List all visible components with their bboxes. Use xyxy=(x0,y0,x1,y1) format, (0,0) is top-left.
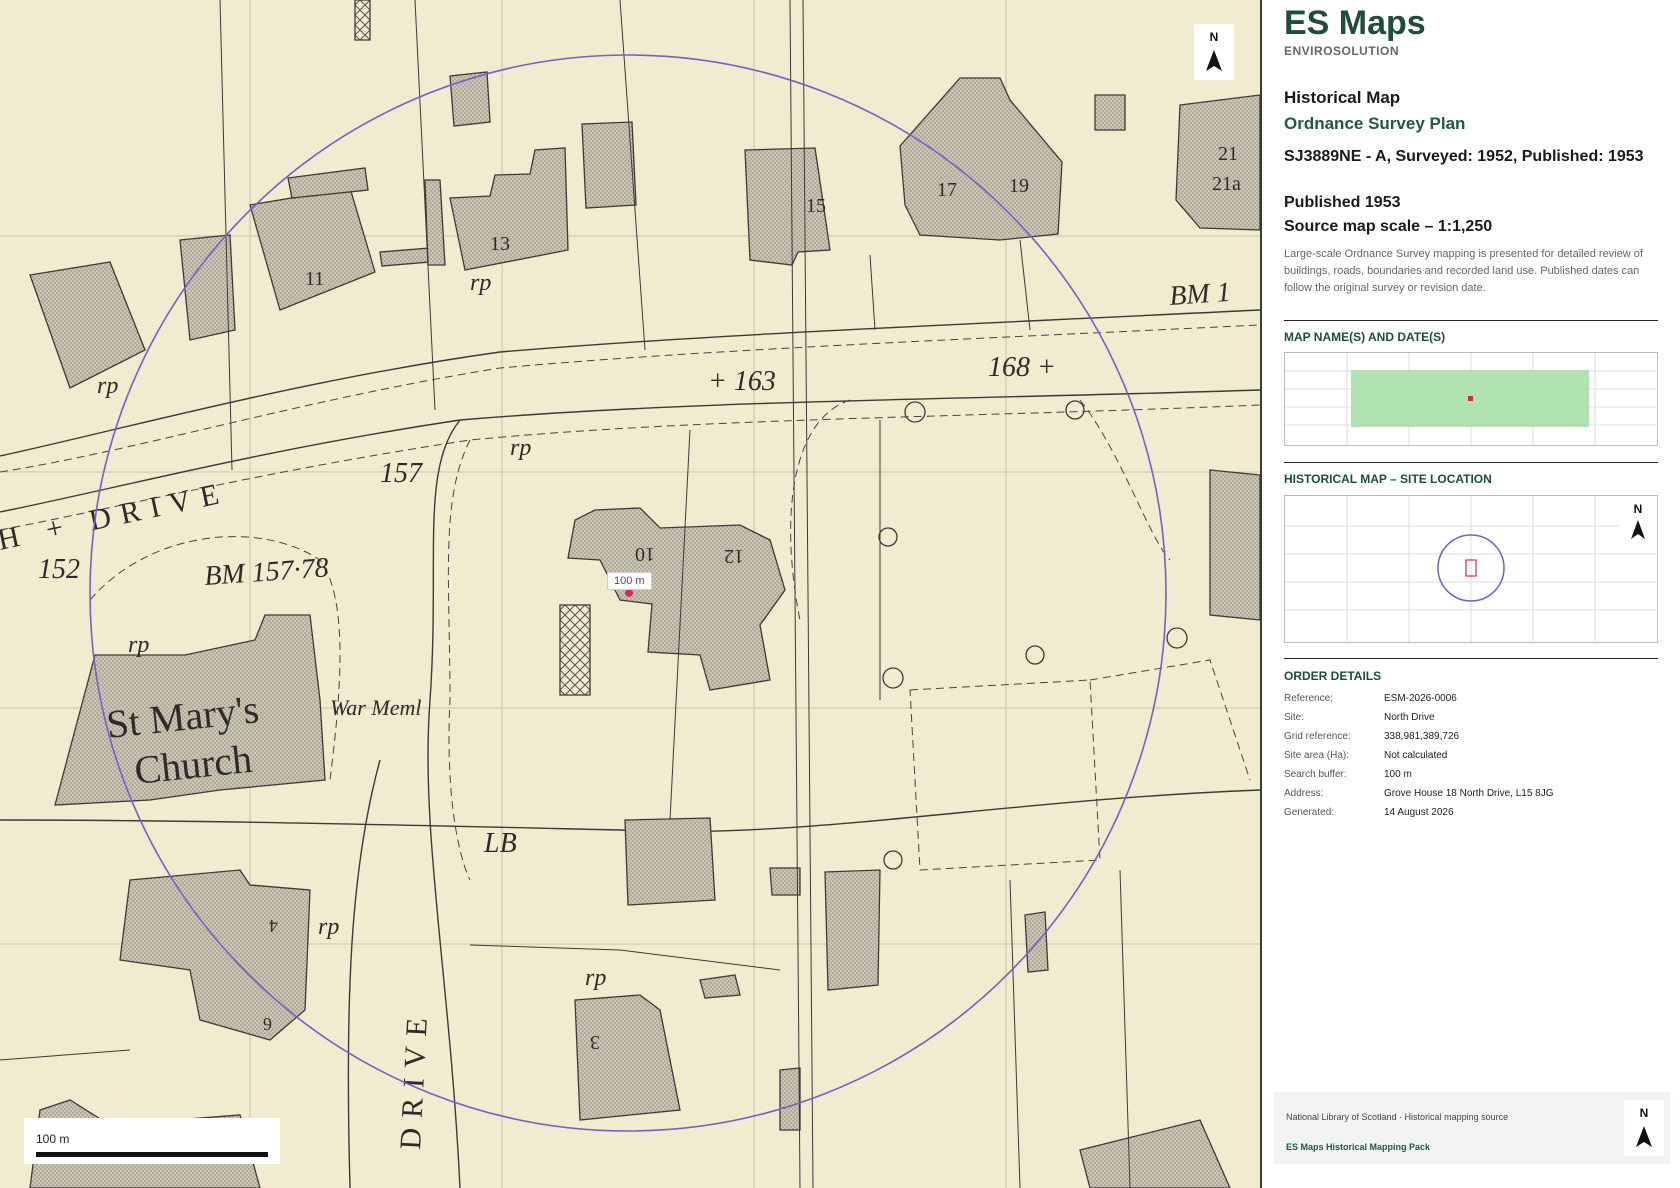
label-spot-152: 152 xyxy=(38,554,80,585)
order-value: Not calculated xyxy=(1384,750,1448,761)
label-house-15: 15 xyxy=(806,195,826,217)
scale-bar-label: 100 m xyxy=(36,1132,70,1146)
timeline-graphic xyxy=(1285,353,1657,445)
north-arrow-icon xyxy=(1206,50,1222,71)
brand-logo: ES Maps xyxy=(1284,4,1426,42)
order-key: Grid reference: xyxy=(1284,731,1351,742)
order-key: Site: xyxy=(1284,712,1305,723)
map-code: SJ3889NE - A, Surveyed: 1952, Published:… xyxy=(1284,148,1644,165)
label-house-6: 6 xyxy=(263,1014,272,1034)
label-house-3: 3 xyxy=(590,1031,600,1053)
historical-map-report: H + DRIVE DRIVE St Mary's Church War Mem… xyxy=(0,0,1680,1188)
footer-pack-name: ES Maps Historical Mapping Pack xyxy=(1286,1142,1431,1152)
plan-type: Ordnance Survey Plan xyxy=(1284,114,1466,133)
order-value: 338,981,389,726 xyxy=(1384,731,1460,742)
report-title: Historical Map xyxy=(1284,88,1401,107)
north-arrow-icon xyxy=(1631,520,1645,539)
label-rp-6: rp xyxy=(585,965,606,991)
label-drive-top: H + DRIVE xyxy=(0,476,232,557)
label-spot-163: + 163 xyxy=(708,366,776,397)
map-north-arrow: N xyxy=(1194,24,1234,80)
timeline-site-marker xyxy=(1468,396,1473,401)
label-rp-2: rp xyxy=(470,270,491,296)
divider xyxy=(1284,462,1658,463)
label-house-17: 17 xyxy=(937,179,957,201)
footer-north-arrow: N xyxy=(1624,1100,1664,1156)
locator-north-arrow: N xyxy=(1619,496,1657,546)
info-panel: ES Maps ENVIROSOLUTION Historical Map Or… xyxy=(1262,0,1680,1188)
map-canvas: H + DRIVE DRIVE St Mary's Church War Mem… xyxy=(0,0,1260,1188)
buffer-radius-label: 100 m xyxy=(607,572,652,590)
label-house-12: 12 xyxy=(724,545,744,567)
map-view[interactable]: H + DRIVE DRIVE St Mary's Church War Mem… xyxy=(0,0,1262,1188)
label-lb: LB xyxy=(483,828,517,859)
map-description: Large-scale Ordnance Survey mapping is p… xyxy=(1284,248,1643,294)
label-bench-mark-1: BM 1 xyxy=(1168,277,1231,312)
map-timeline xyxy=(1284,352,1658,446)
section-site-location: HISTORICAL MAP – SITE LOCATION xyxy=(1284,472,1492,486)
site-locator-map: N xyxy=(1284,495,1658,643)
divider xyxy=(1284,320,1658,321)
scale-bar xyxy=(36,1152,268,1157)
divider xyxy=(1284,658,1658,659)
trees xyxy=(878,400,1188,870)
label-house-11: 11 xyxy=(305,268,324,290)
order-key: Generated: xyxy=(1284,807,1335,818)
brand-subtitle: ENVIROSOLUTION xyxy=(1284,44,1400,58)
label-house-4: 4 xyxy=(269,916,278,936)
scale-bar-box: 100 m xyxy=(24,1118,280,1164)
label-house-21a: 21a xyxy=(1212,173,1241,195)
order-key: Site area (Ha): xyxy=(1284,750,1350,761)
label-war-memorial: War Meml xyxy=(330,695,421,720)
label-spot-168: 168 + xyxy=(988,352,1056,383)
label-rp-1: rp xyxy=(97,373,118,399)
section-map-names: MAP NAME(S) AND DATE(S) xyxy=(1284,330,1446,344)
order-value: 14 August 2026 xyxy=(1384,807,1454,818)
label-drive-bottom: DRIVE xyxy=(394,1007,434,1150)
buildings xyxy=(29,0,1260,1188)
label-bench-mark-157: BM 157·78 xyxy=(203,552,329,592)
order-value: North Drive xyxy=(1384,712,1435,723)
label-rp-3: rp xyxy=(510,435,531,461)
locator-graphic xyxy=(1285,496,1657,642)
order-value: ESM-2026-0006 xyxy=(1384,693,1457,704)
order-key: Reference: xyxy=(1284,693,1333,704)
order-value: Grove House 18 North Drive, L15 8JG xyxy=(1384,788,1554,799)
published-date: Published 1953 xyxy=(1284,194,1401,211)
label-rp-5: rp xyxy=(318,914,339,940)
source-scale: Source map scale – 1:1,250 xyxy=(1284,218,1493,235)
section-order-details: ORDER DETAILS xyxy=(1284,669,1382,683)
report-footer: National Library of Scotland · Historica… xyxy=(1274,1092,1670,1164)
footer-source: National Library of Scotland · Historica… xyxy=(1286,1112,1509,1122)
site-marker xyxy=(625,589,633,597)
order-value: 100 m xyxy=(1384,769,1412,780)
order-key: Address: xyxy=(1284,788,1324,799)
label-house-19: 19 xyxy=(1009,175,1029,197)
label-rp-4: rp xyxy=(128,632,149,658)
label-house-10: 10 xyxy=(635,543,655,565)
order-key: Search buffer: xyxy=(1284,769,1347,780)
label-house-21: 21 xyxy=(1218,143,1238,165)
north-arrow-icon xyxy=(1636,1126,1652,1147)
label-house-13: 13 xyxy=(490,233,510,255)
label-spot-157: 157 xyxy=(380,458,423,489)
